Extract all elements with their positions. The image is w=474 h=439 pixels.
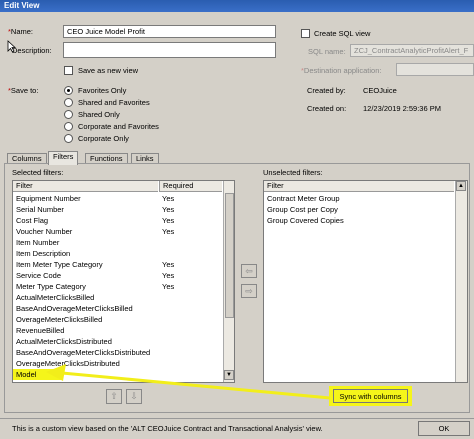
status-text: This is a custom view based on the 'ALT … (12, 424, 323, 433)
status-bar: This is a custom view based on the 'ALT … (0, 418, 474, 439)
tab-filters[interactable]: Filters (48, 151, 79, 165)
ok-button[interactable]: OK (418, 421, 470, 436)
annotation-arrows (46, 364, 331, 400)
